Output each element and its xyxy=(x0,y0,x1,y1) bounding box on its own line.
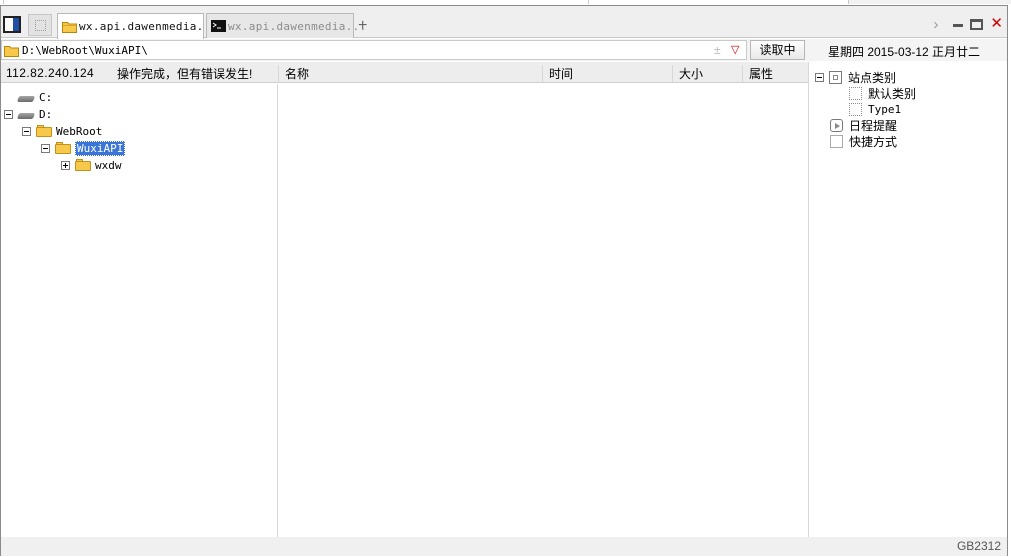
tab-bar: wx.api.dawenmedia... wx.api.dawenmedia..… xyxy=(1,6,1007,39)
address-bar[interactable]: D:\WebRoot\WuxiAPI\ ± ▽ xyxy=(1,40,747,60)
top-divider xyxy=(588,0,589,4)
tree-node-wuxiapi[interactable]: WuxiAPI xyxy=(41,140,126,156)
open-folder-icon xyxy=(55,142,71,154)
read-button[interactable]: 读取中 xyxy=(750,40,805,60)
top-divider xyxy=(3,0,4,4)
address-path[interactable]: D:\WebRoot\WuxiAPI\ xyxy=(22,44,148,57)
folder-icon xyxy=(62,20,77,36)
window-controls: › ✕ xyxy=(933,16,1003,33)
expand-icon[interactable] xyxy=(61,160,70,170)
tree-node-label: 默认类别 xyxy=(868,86,917,101)
chevron-down-icon[interactable]: ▽ xyxy=(731,43,739,56)
tree-node-shortcuts[interactable]: 快捷方式 xyxy=(830,133,897,149)
tab-inactive[interactable]: wx.api.dawenmedia... xyxy=(206,13,366,38)
add-tab-button[interactable]: + xyxy=(358,18,367,34)
tree-node-webroot[interactable]: WebRoot xyxy=(22,123,102,139)
encoding-indicator[interactable]: GB2312 xyxy=(957,539,1001,553)
sidebar-toggle-icon[interactable] xyxy=(3,16,21,33)
list-header-row: 112.82.240.124 操作完成，但有错误发生! 名称 时间 大小 属性 xyxy=(1,62,808,83)
app-window: wx.api.dawenmedia... wx.api.dawenmedia..… xyxy=(0,5,1008,556)
minimize-icon[interactable] xyxy=(953,19,964,27)
tree-node-default-category[interactable]: 默认类别 xyxy=(849,85,916,101)
tree-node-label: C: xyxy=(39,90,53,104)
tree-node-site-category[interactable]: 站点类别 xyxy=(815,69,896,85)
address-row: D:\WebRoot\WuxiAPI\ ± ▽ 读取中 星期四 2015-03-… xyxy=(1,39,1007,61)
tree-node-wxdw[interactable]: wxdw xyxy=(61,157,122,173)
tree-node-label: 日程提醒 xyxy=(849,118,898,133)
schedule-icon xyxy=(830,118,843,132)
plus-minus-icon[interactable]: ± xyxy=(714,43,721,57)
column-header-attributes[interactable]: 属性 xyxy=(742,65,773,82)
collapse-icon[interactable] xyxy=(22,126,31,136)
top-divider xyxy=(848,0,1011,4)
tree-node-label: 快捷方式 xyxy=(849,134,898,149)
tab-label: wx.api.dawenmedia... xyxy=(228,20,367,33)
date-info: 星期四 2015-03-12 正月廿二 xyxy=(828,45,981,59)
tab-active[interactable]: wx.api.dawenmedia... xyxy=(57,13,217,39)
tree-node-label: WuxiAPI xyxy=(75,140,126,156)
file-list[interactable] xyxy=(279,84,808,537)
tree-node-label: WebRoot xyxy=(56,124,103,138)
page-icon xyxy=(35,20,46,31)
close-icon[interactable]: ✕ xyxy=(990,16,1003,31)
collapse-icon[interactable] xyxy=(4,109,13,119)
tree-node-label: Type1 xyxy=(868,102,902,116)
maximize-icon[interactable] xyxy=(970,18,984,30)
collapse-icon[interactable] xyxy=(41,143,50,153)
chevron-right-icon[interactable]: › xyxy=(933,16,938,33)
column-header-size[interactable]: 大小 xyxy=(672,65,703,82)
tree-node-label: wxdw xyxy=(95,158,122,172)
tree-node-drive-c[interactable]: C: xyxy=(16,89,53,105)
folder-tree: C: D: WebRoot WuxiAPI wxdw xyxy=(1,84,278,537)
drive-icon xyxy=(16,93,36,102)
right-panel: 站点类别 默认类别 Type1 日程提醒 快捷方式 xyxy=(808,62,1007,537)
terminal-icon xyxy=(211,20,226,35)
tab-label: wx.api.dawenmedia... xyxy=(79,20,218,33)
status-bar: GB2312 xyxy=(1,537,1007,556)
folder-icon xyxy=(36,125,52,137)
category-icon xyxy=(849,86,862,100)
tree-node-label: 站点类别 xyxy=(848,70,897,85)
folder-icon xyxy=(4,44,19,60)
blank-tab[interactable] xyxy=(28,14,52,36)
tree-node-type1[interactable]: Type1 xyxy=(849,101,901,117)
tree-node-label: D: xyxy=(39,107,53,121)
ip-address: 112.82.240.124 xyxy=(6,66,95,80)
collapse-icon[interactable] xyxy=(815,72,824,82)
column-header-name[interactable]: 名称 xyxy=(278,65,309,82)
category-icon xyxy=(829,70,842,84)
folder-icon xyxy=(75,159,91,171)
column-header-time[interactable]: 时间 xyxy=(542,65,573,82)
drive-icon xyxy=(16,110,36,119)
category-icon xyxy=(849,102,862,116)
status-message: 操作完成，但有错误发生! xyxy=(117,67,253,81)
tree-node-schedule[interactable]: 日程提醒 xyxy=(830,117,897,133)
hand-icon xyxy=(830,134,843,148)
tree-node-drive-d[interactable]: D: xyxy=(4,106,52,122)
